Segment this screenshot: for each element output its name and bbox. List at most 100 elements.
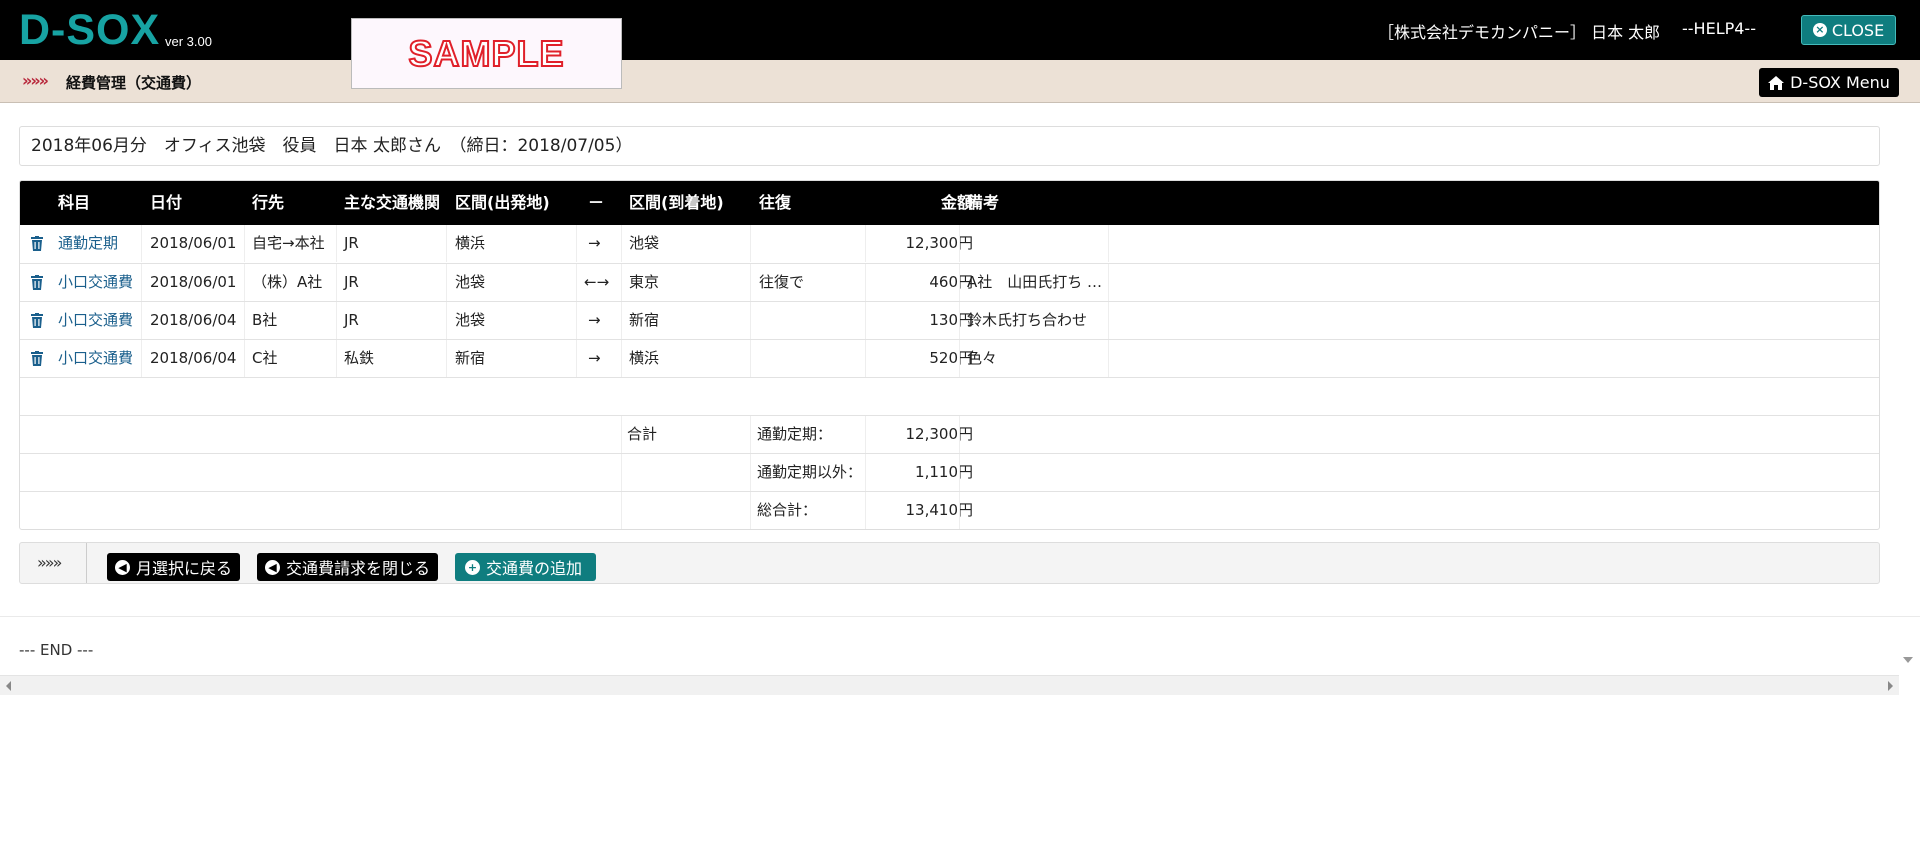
table-row: 小口交通費 2018/06/04 C社 私鉄 新宿 → 横浜 520円 色々 xyxy=(20,339,1879,377)
back-to-month-label: 月選択に戻る xyxy=(136,559,233,578)
col-divider xyxy=(959,492,960,529)
row-subject-link[interactable]: 通勤定期 xyxy=(58,225,118,262)
col-divider xyxy=(1108,264,1109,301)
col-divider xyxy=(576,264,577,301)
col-to: 区間(到着地) xyxy=(629,193,724,212)
col-divider xyxy=(244,340,245,377)
trash-icon[interactable] xyxy=(31,236,43,251)
totals-row-grand: 総合計： 13,410円 xyxy=(20,491,1879,529)
row-to: 横浜 xyxy=(629,349,660,367)
col-divider xyxy=(621,454,622,491)
action-divider xyxy=(86,543,87,583)
other-total-value: 1,110円 xyxy=(915,463,973,481)
col-divider xyxy=(141,302,142,339)
help-link[interactable]: --HELP4-- xyxy=(1682,19,1756,38)
commute-total-label: 通勤定期： xyxy=(757,425,833,443)
page-end-marker: --- END --- xyxy=(19,641,94,659)
col-divider xyxy=(244,264,245,301)
home-icon xyxy=(1768,75,1785,90)
col-divider xyxy=(576,225,577,262)
col-divider xyxy=(750,264,751,301)
col-round-trip: 往復 xyxy=(759,193,792,212)
vertical-scroll-down-arrow-icon[interactable] xyxy=(1903,657,1913,663)
col-divider xyxy=(959,302,960,339)
row-date: 2018/06/01 xyxy=(150,273,237,291)
col-divider xyxy=(865,302,866,339)
user-info: ［株式会社デモカンパニー］ 日本 太郎 xyxy=(1378,23,1661,42)
row-subject-link[interactable]: 小口交通費 xyxy=(58,302,133,339)
col-divider xyxy=(959,454,960,491)
row-amount: 520円 xyxy=(929,349,973,367)
sample-watermark: SAMPLE xyxy=(351,18,622,89)
period-summary: 2018年06月分 オフィス池袋 役員 日本 太郎さん （締日：2018/07/… xyxy=(19,126,1880,166)
row-arrow: → xyxy=(588,311,601,329)
close-request-button[interactable]: ◀ 交通費請求を閉じる xyxy=(257,553,439,581)
row-to: 東京 xyxy=(629,273,660,291)
trash-icon[interactable] xyxy=(31,275,43,290)
totals-row-commute: 合計 通勤定期： 12,300円 xyxy=(20,415,1879,453)
arrow-circle-left-icon: ◀ xyxy=(265,559,280,575)
action-bar: »»» ◀ 月選択に戻る ◀ 交通費請求を閉じる + 交通費の追加 xyxy=(19,542,1880,584)
grand-total-value: 13,410円 xyxy=(905,501,974,519)
col-divider xyxy=(621,302,622,339)
col-arrow: － xyxy=(588,193,605,212)
row-subject-link[interactable]: 小口交通費 xyxy=(58,340,133,377)
row-from: 新宿 xyxy=(455,349,486,367)
col-divider xyxy=(750,416,751,453)
divider xyxy=(0,616,1920,617)
col-divider xyxy=(621,264,622,301)
page-title: 経費管理（交通費） xyxy=(66,74,202,92)
totals-label: 合計 xyxy=(627,425,658,443)
col-divider xyxy=(750,340,751,377)
dsox-menu-label: D-SOX Menu xyxy=(1790,73,1890,92)
col-divider xyxy=(244,302,245,339)
other-total-label: 通勤定期以外： xyxy=(757,463,863,481)
plus-circle-icon: + xyxy=(465,559,480,575)
dsox-menu-button[interactable]: D-SOX Menu xyxy=(1759,68,1899,97)
col-transport: 主な交通機関 xyxy=(344,193,441,212)
row-note: A社 山田氏打ち … xyxy=(967,273,1103,291)
row-arrow: ←→ xyxy=(584,273,610,291)
col-divider xyxy=(865,264,866,301)
close-request-label: 交通費請求を閉じる xyxy=(286,559,431,578)
row-transport: JR xyxy=(344,273,359,291)
row-subject-link[interactable]: 小口交通費 xyxy=(58,264,133,301)
col-divider xyxy=(446,340,447,377)
row-destination: B社 xyxy=(252,311,278,329)
col-divider xyxy=(750,225,751,262)
row-arrow: → xyxy=(588,349,601,367)
col-divider xyxy=(336,302,337,339)
col-divider xyxy=(621,416,622,453)
add-expense-button[interactable]: + 交通費の追加 xyxy=(455,553,597,581)
horizontal-scrollbar[interactable] xyxy=(0,675,1899,695)
row-note: 色々 xyxy=(967,349,998,367)
col-divider xyxy=(1108,340,1109,377)
row-from: 池袋 xyxy=(455,273,486,291)
back-to-month-button[interactable]: ◀ 月選択に戻る xyxy=(107,553,241,581)
col-divider xyxy=(865,225,866,262)
col-divider xyxy=(446,264,447,301)
totals-row-other: 通勤定期以外： 1,110円 xyxy=(20,453,1879,491)
trash-icon[interactable] xyxy=(31,313,43,328)
col-date: 日付 xyxy=(150,193,183,212)
col-divider xyxy=(750,302,751,339)
table-row-empty xyxy=(20,377,1879,415)
row-destination: （株）A社 xyxy=(252,273,323,291)
expense-table: 科目 日付 行先 主な交通機関 区間(出発地) － 区間(到着地) 往復 金額 … xyxy=(19,180,1880,530)
scroll-right-arrow-icon[interactable] xyxy=(1888,681,1893,691)
row-round-trip: 往復で xyxy=(759,273,805,291)
action-chevrons-icon: »»» xyxy=(37,553,62,572)
scroll-left-arrow-icon[interactable] xyxy=(6,681,11,691)
trash-icon[interactable] xyxy=(31,351,43,366)
close-button[interactable]: × CLOSE xyxy=(1801,15,1896,45)
table-row: 通勤定期 2018/06/01 自宅→本社 JR 横浜 → 池袋 12,300円 xyxy=(20,225,1879,263)
col-divider xyxy=(865,416,866,453)
col-divider xyxy=(336,225,337,262)
grand-total-label: 総合計： xyxy=(757,501,818,519)
sample-watermark-text: SAMPLE xyxy=(407,32,565,75)
table-row: 小口交通費 2018/06/01 （株）A社 JR 池袋 ←→ 東京 往復で 4… xyxy=(20,263,1879,301)
col-divider xyxy=(959,416,960,453)
row-transport: 私鉄 xyxy=(344,349,375,367)
row-destination: C社 xyxy=(252,349,278,367)
arrow-circle-left-icon: ◀ xyxy=(115,559,130,575)
